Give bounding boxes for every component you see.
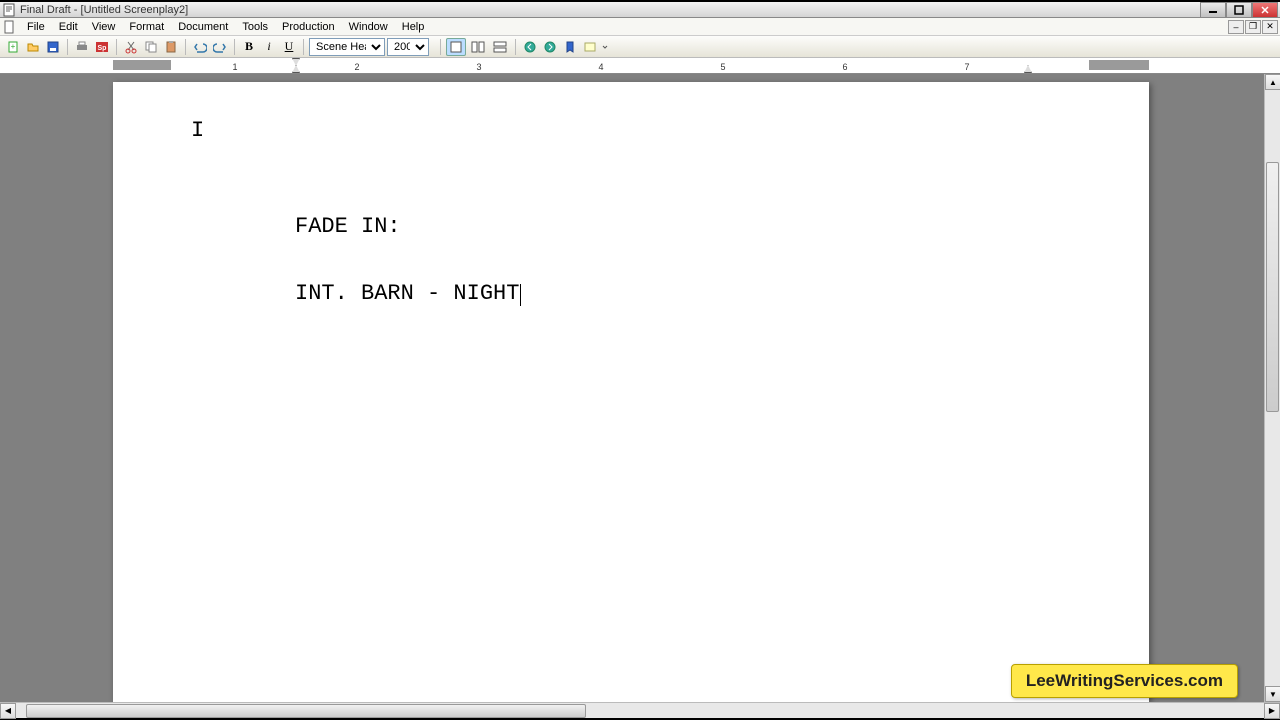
scene-heading-text[interactable]: INT. BARN - NIGHT (295, 281, 519, 306)
ruler-number: 2 (354, 62, 359, 72)
toolbar-separator (303, 39, 304, 55)
vertical-scrollbar[interactable]: ▲ ▼ (1264, 74, 1280, 702)
first-line-indent-marker[interactable] (292, 58, 300, 66)
window-title: Final Draft - [Untitled Screenplay2] (20, 4, 1200, 16)
cut-button[interactable] (122, 38, 140, 56)
menu-help[interactable]: Help (395, 20, 432, 34)
scroll-up-button[interactable]: ▲ (1265, 74, 1280, 90)
minimize-button[interactable] (1200, 2, 1226, 18)
undo-button[interactable] (191, 38, 209, 56)
ruler-number: 7 (964, 62, 969, 72)
menu-document[interactable]: Document (171, 20, 235, 34)
close-button[interactable] (1252, 2, 1278, 18)
toolbar-separator (515, 39, 516, 55)
titlebar: Final Draft - [Untitled Screenplay2] (0, 2, 1280, 18)
bold-button[interactable]: B (240, 38, 258, 56)
script-line-transition[interactable]: FADE IN: (295, 212, 521, 243)
toolbar-overflow-icon[interactable] (601, 38, 609, 56)
split-view-button[interactable] (490, 38, 510, 56)
print-button[interactable] (73, 38, 91, 56)
script-note-button[interactable] (581, 38, 599, 56)
menu-window[interactable]: Window (342, 20, 395, 34)
horizontal-scrollbar[interactable]: ◀ ▶ (0, 702, 1280, 718)
mdi-controls: – ❐ ✕ (1227, 20, 1278, 34)
horizontal-scroll-thumb[interactable] (26, 704, 586, 718)
menu-format[interactable]: Format (122, 20, 171, 34)
maximize-button[interactable] (1226, 2, 1252, 18)
zoom-select[interactable]: 200% (387, 38, 429, 56)
ruler-number: 4 (598, 62, 603, 72)
script-page[interactable]: I FADE IN: INT. BARN - NIGHT (113, 82, 1149, 702)
vertical-scroll-thumb[interactable] (1266, 162, 1279, 412)
svg-text:+: + (11, 42, 16, 51)
scroll-right-button[interactable]: ▶ (1264, 703, 1280, 719)
save-button[interactable] (44, 38, 62, 56)
script-line-scene-heading[interactable]: INT. BARN - NIGHT (295, 279, 521, 310)
copy-button[interactable] (142, 38, 160, 56)
ruler-right-margin (1089, 60, 1149, 70)
menu-edit[interactable]: Edit (52, 20, 85, 34)
normal-view-button[interactable] (468, 38, 488, 56)
horizontal-scroll-track[interactable] (16, 703, 1264, 719)
ruler-number: 3 (476, 62, 481, 72)
scroll-left-button[interactable]: ◀ (0, 703, 16, 719)
mdi-restore-button[interactable]: ❐ (1245, 20, 1261, 34)
text-cursor-icon: I (191, 118, 204, 143)
ruler[interactable]: 1 2 3 4 5 6 7 (0, 58, 1280, 74)
ruler-number: 1 (232, 62, 237, 72)
italic-button[interactable]: i (260, 38, 278, 56)
toolbar-separator (440, 39, 441, 55)
scroll-down-button[interactable]: ▼ (1265, 686, 1280, 702)
paste-button[interactable] (162, 38, 180, 56)
menu-file[interactable]: File (20, 20, 52, 34)
ruler-number: 6 (842, 62, 847, 72)
document-area: I FADE IN: INT. BARN - NIGHT ▲ ▼ (0, 74, 1280, 702)
underline-button[interactable]: U (280, 38, 298, 56)
toolbar: + Sp B i U Scene Heading 200% (0, 36, 1280, 58)
svg-text:Sp: Sp (98, 45, 107, 52)
bookmark-button[interactable] (561, 38, 579, 56)
nav-prev-button[interactable] (521, 38, 539, 56)
script-content[interactable]: FADE IN: INT. BARN - NIGHT (295, 212, 521, 346)
app-icon (2, 3, 16, 17)
new-button[interactable]: + (4, 38, 22, 56)
menubar: File Edit View Format Document Tools Pro… (0, 18, 1280, 36)
redo-button[interactable] (211, 38, 229, 56)
toolbar-separator (185, 39, 186, 55)
page-view-button[interactable] (446, 38, 466, 56)
open-button[interactable] (24, 38, 42, 56)
document-icon[interactable] (2, 20, 16, 34)
toolbar-separator (67, 39, 68, 55)
toolbar-separator (234, 39, 235, 55)
toolbar-separator (116, 39, 117, 55)
element-type-select[interactable]: Scene Heading (309, 38, 385, 56)
nav-next-button[interactable] (541, 38, 559, 56)
text-caret (520, 284, 521, 306)
ruler-left-margin (113, 60, 171, 70)
right-indent-marker[interactable] (1024, 65, 1032, 73)
watermark-badge: LeeWritingServices.com (1011, 664, 1238, 698)
spellcheck-button[interactable]: Sp (93, 38, 111, 56)
ruler-number: 5 (720, 62, 725, 72)
mdi-minimize-button[interactable]: – (1228, 20, 1244, 34)
menu-view[interactable]: View (85, 20, 123, 34)
left-indent-marker[interactable] (292, 65, 300, 73)
menu-tools[interactable]: Tools (235, 20, 275, 34)
window-controls (1200, 2, 1278, 18)
mdi-close-button[interactable]: ✕ (1262, 20, 1278, 34)
menu-production[interactable]: Production (275, 20, 342, 34)
